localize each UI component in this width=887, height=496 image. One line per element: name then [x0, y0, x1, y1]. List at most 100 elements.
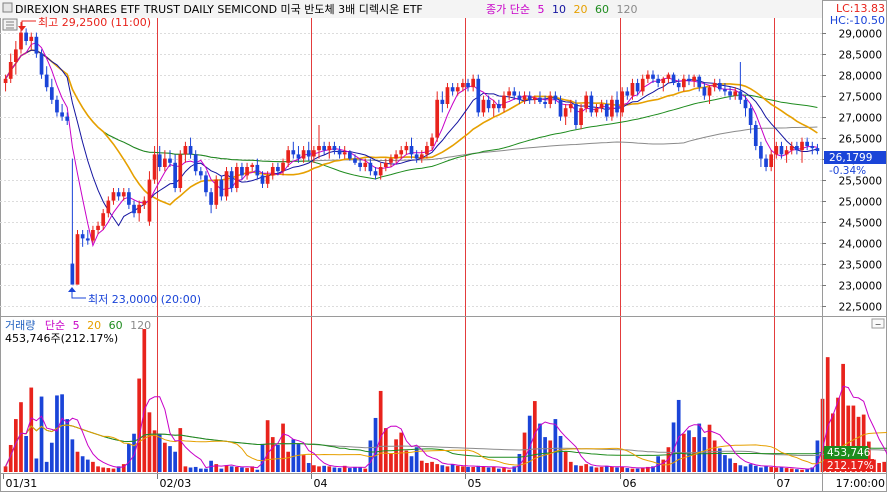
candle-body [759, 146, 763, 159]
candle-body [322, 146, 326, 151]
volume-bar [137, 378, 142, 472]
volume-bar [152, 430, 157, 472]
candle-body [378, 167, 383, 176]
candle-body [65, 116, 70, 121]
candle-body [764, 158, 768, 167]
volume-bar [502, 468, 506, 472]
candle-body [60, 112, 64, 117]
candle-body [414, 154, 419, 159]
volume-bar [481, 466, 486, 472]
volume-bar [173, 451, 177, 472]
candle-body [286, 150, 291, 163]
candle-body [240, 167, 244, 176]
candle-body [789, 146, 794, 151]
candle-body [466, 83, 470, 88]
candle-body [733, 91, 738, 96]
candle-body [91, 230, 95, 241]
candle-body [389, 158, 393, 163]
price-tick-label: 22,5000 [839, 302, 882, 314]
candle-body [697, 76, 702, 88]
candle-body [368, 162, 373, 172]
volume-bar [882, 461, 887, 472]
volume-bar [327, 466, 332, 472]
candle-body [481, 99, 486, 113]
volume-bar [728, 458, 732, 472]
current-volume: 453,746 [827, 447, 871, 459]
volume-bar [157, 433, 162, 472]
volume-bar [101, 467, 106, 472]
volume-bar [312, 465, 316, 472]
volume-bar [85, 459, 90, 472]
volume-bar [712, 440, 717, 472]
candle-body [317, 146, 321, 151]
candle-body [805, 141, 810, 146]
candle-body [353, 158, 357, 163]
candle-body [121, 192, 126, 197]
candle-body [44, 74, 49, 88]
candle-body [558, 99, 563, 117]
volume-bar [404, 450, 409, 472]
volume-bar [661, 459, 666, 472]
volume-bar [568, 461, 573, 472]
volume-bar [70, 439, 75, 472]
candle-body [80, 234, 85, 239]
candle-body [553, 95, 558, 100]
candle-body [127, 192, 131, 205]
candle-body [147, 179, 152, 222]
volume-bar [507, 469, 511, 472]
candle-body [784, 150, 789, 155]
volume-bar [610, 466, 614, 472]
volume-bar [635, 468, 640, 472]
candle-body [142, 200, 147, 205]
stock-chart: − 22,5000 23,0000 23,5000 24,0000 24,5000 25,… [0, 0, 887, 492]
candle-body [3, 78, 8, 83]
collapse-icon[interactable]: − [875, 320, 882, 329]
volume-bar [800, 469, 804, 472]
candle-body [106, 200, 111, 214]
candle-body [625, 91, 630, 96]
volume-bar [620, 466, 625, 472]
volume-bar [193, 466, 198, 472]
candle-body [651, 74, 655, 79]
candle-body [39, 53, 44, 75]
candle-body [188, 146, 193, 155]
candle-body [512, 91, 517, 96]
volume-bar [255, 469, 260, 472]
chart-settings-icon[interactable] [2, 2, 13, 13]
candle-body [301, 150, 306, 159]
volume-bar [584, 464, 589, 472]
candle-body [152, 154, 157, 180]
volume-bar [805, 469, 810, 472]
volume-bar [589, 466, 594, 472]
high-annotation: 최고 29,2500 (11:00) [38, 16, 151, 29]
volume-bar [147, 412, 152, 472]
candle-body [260, 175, 265, 184]
volume-bar [34, 458, 39, 472]
volume-bar [548, 440, 553, 472]
candle-body [702, 87, 707, 96]
candle-body [296, 154, 301, 159]
volume-bar [60, 394, 64, 472]
volume-bar [44, 461, 49, 472]
price-tick-label: 28,5000 [839, 50, 882, 62]
stock-chart-window: − 22,5000 23,0000 23,5000 24,0000 24,5000 25,… [0, 0, 887, 492]
volume-bar [815, 440, 820, 472]
candle-body [183, 146, 188, 155]
volume-bar [96, 466, 100, 472]
candle-body [198, 171, 203, 176]
volume-bar [877, 462, 881, 472]
hc-label: HC:-10.50 [830, 14, 885, 27]
candle-body [55, 99, 59, 113]
candle-body [579, 108, 583, 125]
candle-body [630, 83, 635, 96]
volume-bar [347, 468, 352, 472]
price-tick-label: 29,0000 [839, 29, 882, 41]
candle-body [327, 146, 332, 151]
price-tick-label: 23,5000 [839, 260, 882, 272]
candle-body [373, 171, 378, 176]
candle-body [527, 95, 532, 100]
volume-bar [409, 456, 414, 472]
volume-bar [435, 464, 440, 472]
volume-bar [3, 466, 8, 472]
candle-body [599, 104, 604, 109]
